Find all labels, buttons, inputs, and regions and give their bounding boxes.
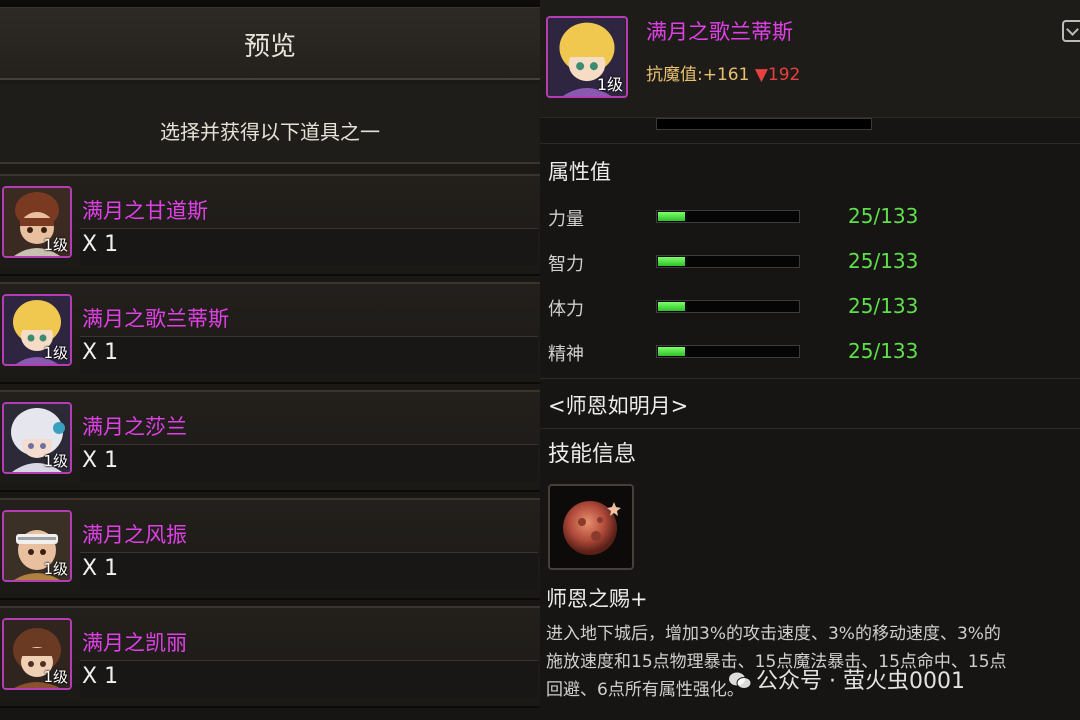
divider — [540, 143, 1080, 144]
divider — [540, 428, 1080, 429]
level-label: 1级 — [596, 75, 623, 94]
item-name: 满月之凯丽 — [82, 631, 187, 655]
stat-label: 智力 — [548, 254, 584, 275]
divider — [80, 552, 538, 553]
stat-value: 25/133 — [848, 204, 919, 228]
level-label: 1级 — [43, 668, 68, 686]
item-quantity: X 1 — [82, 556, 119, 581]
quantity-row — [80, 661, 538, 698]
resist-gain: +161 — [702, 65, 750, 85]
list-item[interactable]: 1级 满月之歌兰蒂斯 X 1 — [0, 282, 540, 384]
stat-fill — [658, 347, 685, 356]
stat-bar — [656, 210, 800, 223]
item-name: 满月之风振 — [82, 523, 187, 547]
stat-bar — [656, 345, 800, 358]
preview-title-bar: 预览 — [0, 8, 540, 80]
quantity-row — [80, 445, 538, 482]
stat-label: 精神 — [548, 344, 584, 365]
preview-panel: 预览 选择并获得以下道具之一 1级 满月之甘道斯 X 1 1级 满月之歌兰蒂斯 … — [0, 0, 540, 720]
stat-bar — [656, 255, 800, 268]
level-label: 1级 — [43, 236, 68, 254]
instruction-banner: 选择并获得以下道具之一 — [0, 84, 540, 164]
divider — [80, 660, 538, 661]
stat-fill — [658, 257, 685, 266]
item-quantity: X 1 — [82, 340, 119, 365]
clipped-row — [540, 118, 1080, 140]
detail-panel: 1级 满月之歌兰蒂斯 抗魔值:+161 ▼192 属性值 力量 25/133 智… — [540, 0, 1080, 720]
stat-value: 25/133 — [848, 294, 919, 318]
stat-row: 力量 25/133 — [540, 202, 1080, 246]
avatar: 1级 — [2, 402, 72, 474]
skill-section-title: 技能信息 — [548, 442, 637, 467]
stat-row: 智力 25/133 — [540, 247, 1080, 291]
list-item[interactable]: 1级 满月之凯丽 X 1 — [0, 606, 540, 708]
divider — [540, 378, 1080, 379]
stat-label: 体力 — [548, 299, 584, 320]
hero-avatar: 1级 — [546, 16, 628, 98]
list-item[interactable]: 1级 满月之风振 X 1 — [0, 498, 540, 600]
stat-fill — [658, 212, 685, 221]
item-name: 满月之莎兰 — [82, 415, 187, 439]
item-name: 满月之甘道斯 — [82, 199, 208, 223]
item-quantity: X 1 — [82, 448, 119, 473]
hero-header: 1级 满月之歌兰蒂斯 抗魔值:+161 ▼192 — [540, 0, 1080, 118]
avatar: 1级 — [2, 294, 72, 366]
divider — [80, 336, 538, 337]
quantity-row — [80, 337, 538, 374]
item-quantity: X 1 — [82, 232, 119, 257]
avatar: 1级 — [2, 186, 72, 258]
resist-label: 抗魔值: — [646, 65, 703, 85]
wechat-icon — [729, 672, 752, 689]
level-label: 1级 — [43, 344, 68, 362]
stat-value: 25/133 — [848, 339, 919, 363]
skill-icon[interactable] — [548, 484, 634, 570]
item-name: 满月之歌兰蒂斯 — [82, 307, 229, 331]
list-item[interactable]: 1级 满月之莎兰 X 1 — [0, 390, 540, 492]
avatar: 1级 — [2, 510, 72, 582]
hero-quote: <师恩如明月> — [548, 394, 689, 418]
stat-bar — [656, 300, 800, 313]
down-arrow-icon: ▼ — [754, 65, 768, 85]
quantity-row — [80, 553, 538, 590]
watermark-text: 公众号 · 萤火虫0001 — [756, 669, 965, 694]
instruction-text: 选择并获得以下道具之一 — [160, 120, 380, 144]
quantity-row — [80, 229, 538, 266]
stat-value: 25/133 — [848, 249, 919, 273]
magic-resist-row: 抗魔值:+161 ▼192 — [646, 60, 800, 85]
divider — [80, 444, 538, 445]
stat-row: 体力 25/133 — [540, 292, 1080, 336]
skill-name: 师恩之赐+ — [546, 587, 648, 611]
item-quantity: X 1 — [82, 664, 119, 689]
attributes-title: 属性值 — [548, 160, 611, 184]
resist-loss: 192 — [767, 65, 801, 85]
level-label: 1级 — [43, 560, 68, 578]
watermark: 公众号 · 萤火虫0001 — [728, 663, 965, 695]
clipped-bar — [656, 118, 872, 130]
avatar: 1级 — [2, 618, 72, 690]
stat-label: 力量 — [548, 209, 584, 230]
divider — [80, 228, 538, 229]
top-strip — [0, 0, 540, 8]
hero-name: 满月之歌兰蒂斯 — [646, 20, 793, 44]
stat-fill — [658, 302, 685, 311]
dropdown-icon[interactable] — [1062, 20, 1080, 42]
level-label: 1级 — [43, 452, 68, 470]
stat-row: 精神 25/133 — [540, 337, 1080, 381]
preview-title: 预览 — [243, 32, 296, 62]
list-item[interactable]: 1级 满月之甘道斯 X 1 — [0, 174, 540, 276]
